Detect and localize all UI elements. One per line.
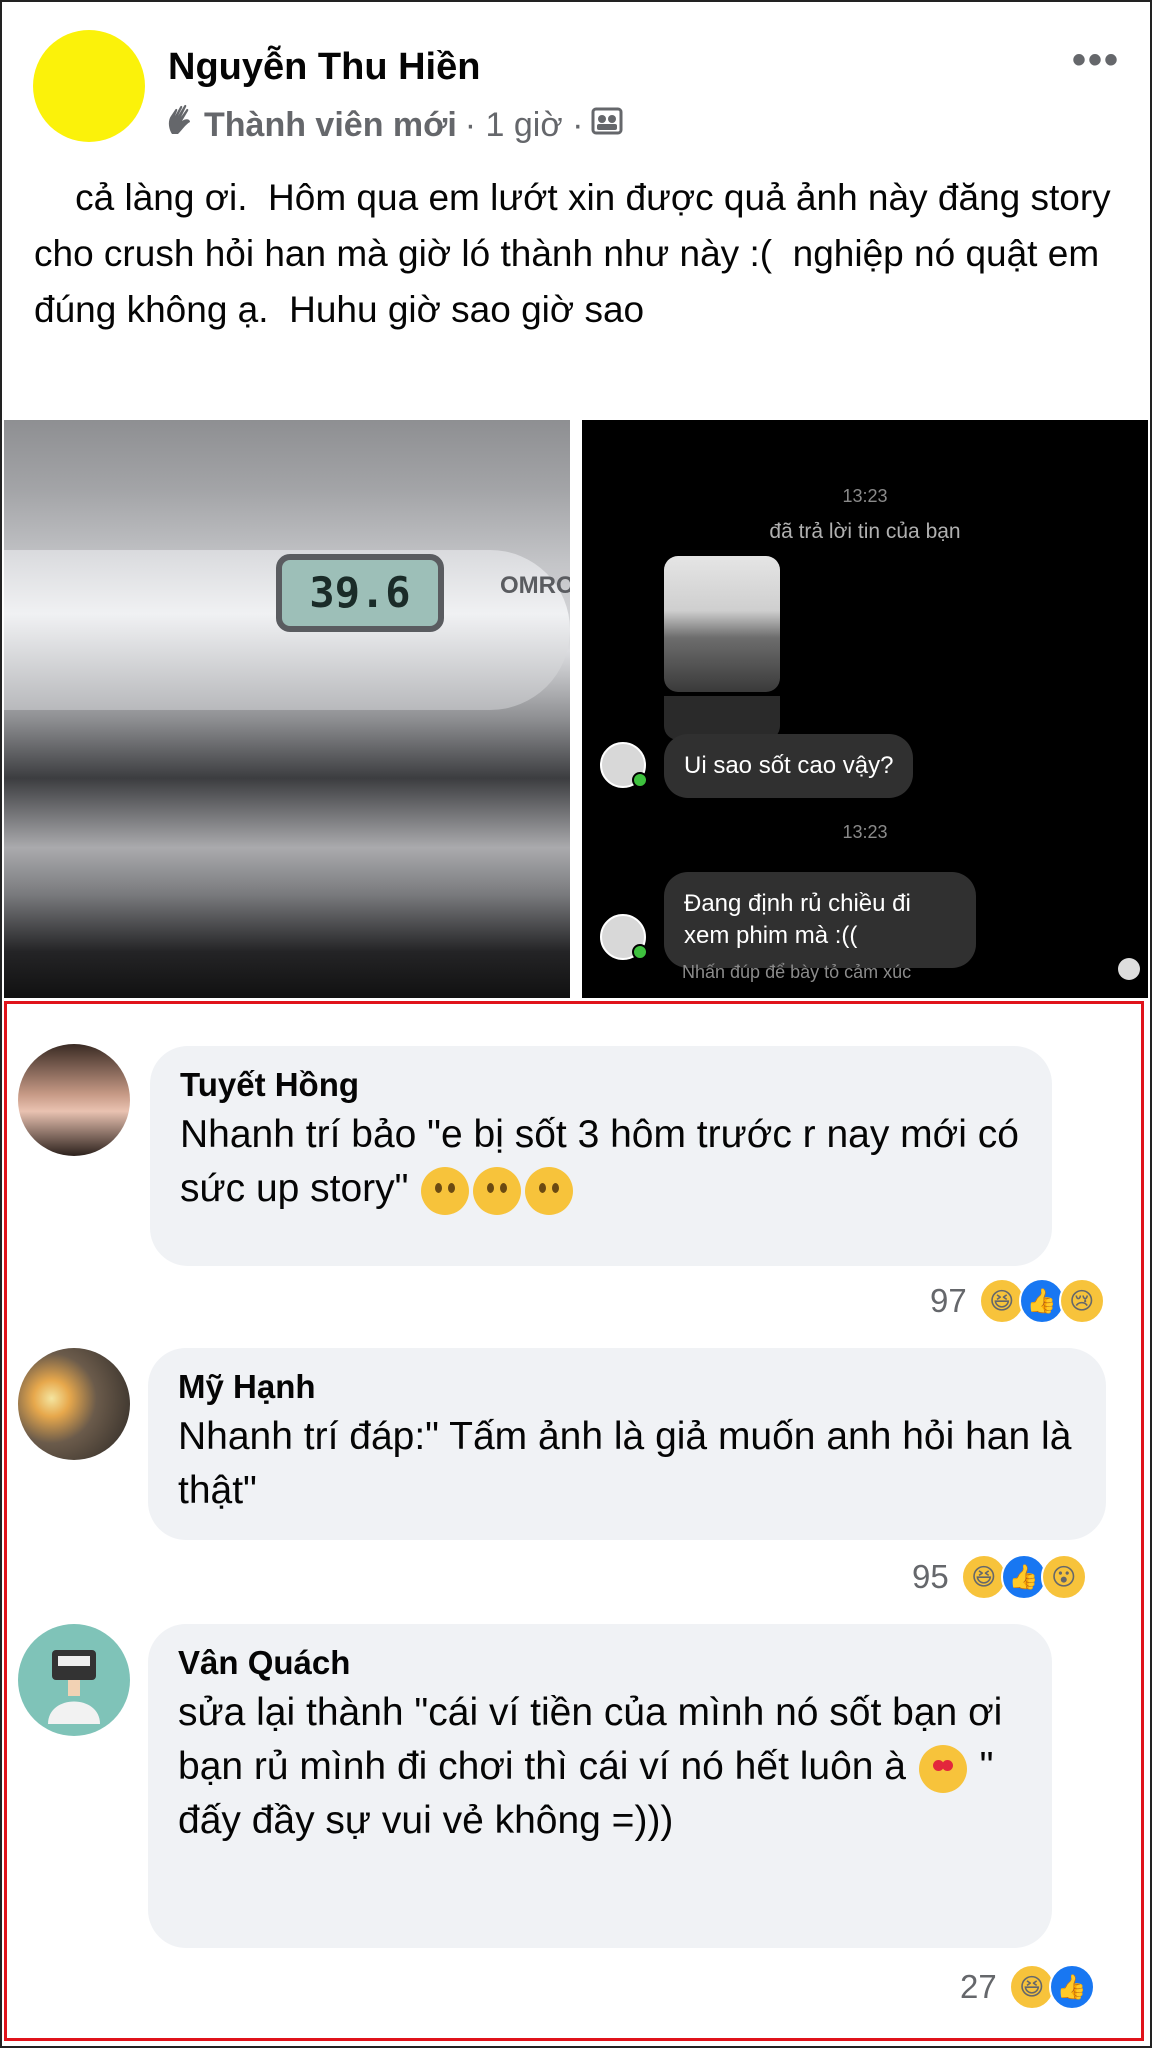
commenter-name[interactable]: Mỹ Hạnh [178, 1368, 1076, 1406]
comment-reactions[interactable]: 27 😆 👍 [960, 1964, 1095, 2010]
wave-hand-icon [166, 104, 196, 147]
author-avatar[interactable] [33, 30, 145, 142]
chat-replied-note: đã trả lời tin của bạn [769, 520, 961, 543]
post-meta: Thành viên mới · 1 giờ · [166, 104, 623, 147]
commenter-avatar[interactable] [18, 1348, 130, 1460]
more-options-icon[interactable]: ••• [1072, 38, 1120, 83]
comment-text-content: " [968, 1745, 994, 1788]
online-dot-icon [632, 944, 648, 960]
comment-text: sửa lại thành "cái ví tiền của mình nó s… [178, 1686, 1022, 1848]
comment-bubble: Mỹ Hạnh Nhanh trí đáp:" Tấm ảnh là giả m… [148, 1348, 1106, 1540]
post-time[interactable]: · 1 giờ · [465, 106, 584, 145]
reaction-count: 95 [912, 1558, 949, 1595]
chat-timestamp: 13:23 [842, 486, 888, 506]
haha-reaction-icon: 😆 [960, 1554, 1007, 1600]
thermometer-reading: 39.6 [276, 554, 444, 632]
chat-screenshot[interactable]: 13:23 đã trả lời tin của bạn Ui sao sốt … [582, 420, 1148, 998]
comment-text-content: đấy đầy sự vui vẻ không =))) [178, 1799, 674, 1842]
commenter-name[interactable]: Tuyết Hồng [180, 1066, 1022, 1104]
chat-message: Ui sao sốt cao vậy? [664, 734, 914, 798]
reaction-count: 97 [930, 1282, 967, 1319]
comment-reactions[interactable]: 97 😆 👍 😢 [930, 1278, 1105, 1324]
heart-eyes-emoji-icon [918, 1744, 967, 1793]
member-badge: Thành viên mới [204, 106, 457, 144]
neutral-face-emoji-icon [525, 1166, 574, 1215]
commenter-avatar[interactable] [18, 1044, 130, 1156]
chat-timestamp: 13:23 [842, 822, 888, 842]
chat-message: Đang định rủ chiều đi xem phim mà :(( [664, 872, 976, 968]
sad-reaction-icon: 😢 [1058, 1278, 1105, 1324]
comment-text: Nhanh trí đáp:" Tấm ảnh là giả muốn anh … [178, 1415, 1083, 1512]
online-dot-icon [632, 772, 648, 788]
haha-reaction-icon: 😆 [978, 1278, 1025, 1324]
thermometer-photo[interactable]: 39.6 OMRO [4, 420, 570, 998]
comment-bubble: Tuyết Hồng Nhanh trí bảo "e bị sốt 3 hôm… [150, 1046, 1052, 1266]
like-reaction-icon: 👍 [1018, 1278, 1065, 1324]
comment-reactions[interactable]: 95 😆 👍 😮 [912, 1554, 1087, 1600]
reaction-count: 27 [960, 1968, 997, 2005]
neutral-face-emoji-icon [421, 1166, 470, 1215]
comment-text-content: Nhanh trí bảo "e bị sốt 3 hôm trước r na… [180, 1113, 1030, 1210]
comment-bubble: Vân Quách sửa lại thành "cái ví tiền của… [148, 1624, 1052, 1948]
neutral-face-emoji-icon [473, 1166, 522, 1215]
seen-avatar-icon [1118, 958, 1140, 980]
commenter-name[interactable]: Vân Quách [178, 1644, 1022, 1682]
chat-hint: Nhấn đúp để bày tỏ cảm xúc [682, 962, 912, 982]
comment-text: Nhanh trí bảo "e bị sốt 3 hôm trước r na… [180, 1108, 1022, 1216]
comment-text-content: sửa lại thành "cái ví tiền của mình nó s… [178, 1691, 1014, 1788]
like-reaction-icon: 👍 [1000, 1554, 1047, 1600]
story-thumbnail [664, 556, 780, 692]
wow-reaction-icon: 😮 [1040, 1554, 1087, 1600]
like-reaction-icon: 👍 [1048, 1964, 1095, 2010]
commenter-avatar[interactable] [18, 1624, 130, 1736]
post-text: cả làng ơi. Hôm qua em lướt xin được quả… [34, 177, 1121, 330]
group-privacy-icon [591, 106, 623, 145]
thermometer-brand: OMRO [500, 572, 570, 599]
haha-reaction-icon: 😆 [1008, 1964, 1055, 2010]
author-name[interactable]: Nguyễn Thu Hiền [168, 46, 480, 89]
